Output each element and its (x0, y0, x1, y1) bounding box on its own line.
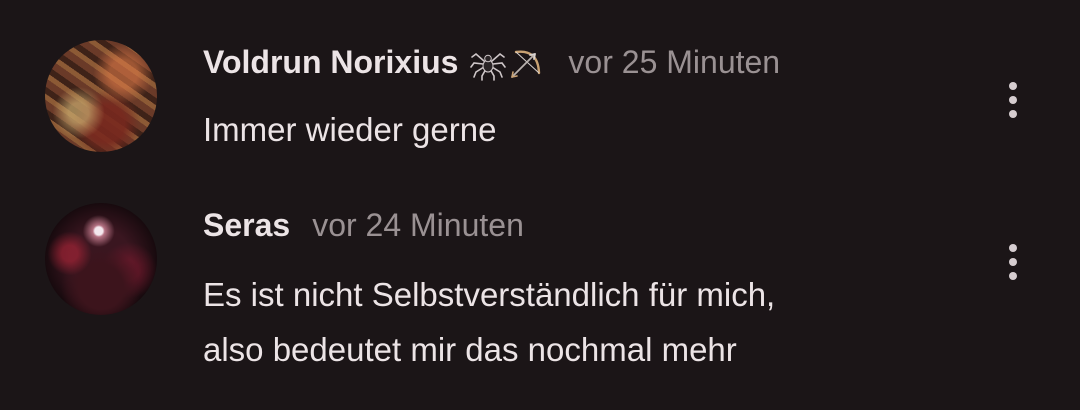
comment-timestamp: vor 25 Minuten (568, 44, 781, 80)
comment-text: Immer wieder gerne (203, 104, 496, 155)
bow-and-arrow-icon (511, 49, 541, 78)
more-options-icon-dot (1009, 96, 1017, 104)
badge-list (470, 45, 546, 81)
more-options-icon (1009, 82, 1017, 90)
comment-author[interactable]: Seras (203, 207, 290, 244)
comment-timestamp: vor 24 Minuten (312, 207, 524, 243)
more-options-button[interactable] (996, 237, 1030, 287)
comment-author[interactable]: Voldrun Norixius (203, 44, 458, 81)
spider-icon (470, 52, 507, 81)
comment-text-line: Es ist nicht Selbstverständlich für mich… (203, 276, 776, 313)
more-options-button[interactable] (996, 75, 1030, 125)
avatar[interactable] (45, 203, 157, 315)
more-options-icon (1009, 244, 1017, 252)
comment-text: Es ist nicht Selbstverständlich für mich… (203, 269, 775, 375)
comment-header: Seras vor 24 Minuten (203, 207, 524, 244)
comment-text-line: Immer wieder gerne (203, 111, 497, 148)
avatar[interactable] (45, 40, 157, 152)
comment-header: Voldrun Norixius vor 25 Minuten (203, 44, 780, 81)
more-options-icon-dot (1009, 258, 1017, 266)
more-options-icon-dot (1009, 110, 1017, 118)
comment-text-line: also bedeutet mir das nochmal mehr (203, 331, 737, 368)
more-options-icon-dot (1009, 272, 1017, 280)
